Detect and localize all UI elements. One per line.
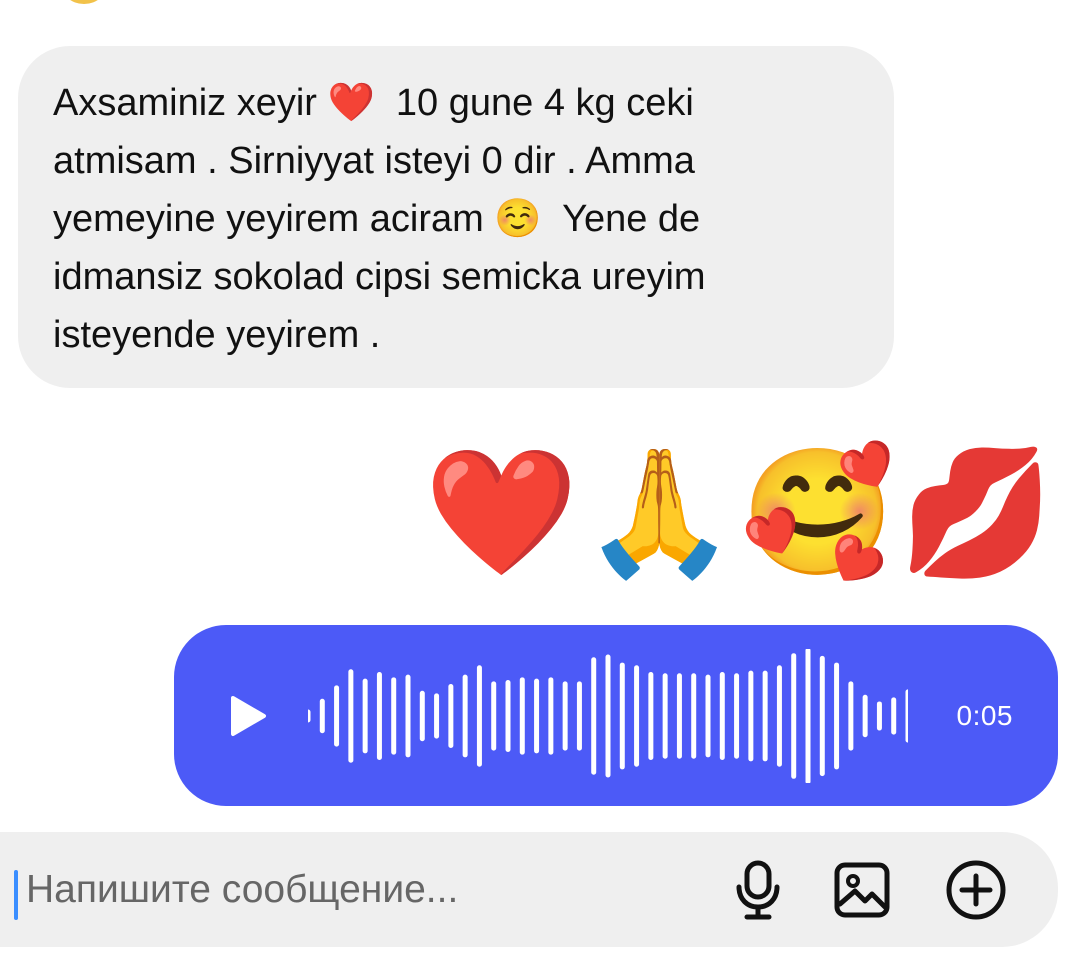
incoming-message-bubble: Axsaminiz xeyir ❤️ 10 gune 4 kg ceki atm… xyxy=(18,46,894,388)
voice-message-duration: 0:05 xyxy=(956,700,1013,731)
image-icon xyxy=(834,862,890,918)
add-button[interactable] xyxy=(942,856,1010,924)
image-button[interactable] xyxy=(828,856,896,924)
voice-waveform[interactable] xyxy=(308,649,908,783)
incoming-message-text: Axsaminiz xeyir ❤️ 10 gune 4 kg ceki atm… xyxy=(53,82,706,356)
microphone-icon xyxy=(736,860,780,920)
emoji-message-text: ❤️🙏🥰💋 xyxy=(424,444,1058,582)
play-icon xyxy=(231,696,266,736)
direct-message-screen: Axsaminiz xeyir ❤️ 10 gune 4 kg ceki atm… xyxy=(0,0,1080,965)
play-button[interactable] xyxy=(204,676,284,756)
avatar xyxy=(60,0,108,4)
message-composer xyxy=(0,832,1058,947)
emoji-message: ❤️🙏🥰💋 xyxy=(424,434,1054,592)
plus-circle-icon xyxy=(946,860,1006,920)
microphone-button[interactable] xyxy=(724,856,792,924)
message-input[interactable] xyxy=(16,858,656,922)
voice-message-bubble[interactable]: 0:05 xyxy=(174,625,1058,806)
